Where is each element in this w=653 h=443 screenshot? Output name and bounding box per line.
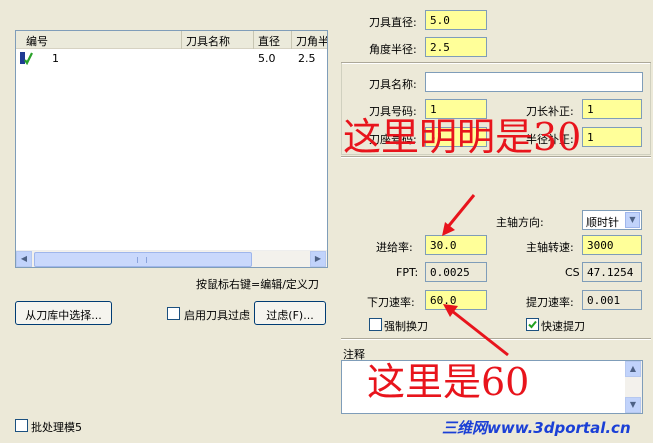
force-change-label: 强制换刀 — [384, 320, 428, 333]
retract-rate-field[interactable]: 0.001 — [582, 290, 642, 310]
corner-radius-label: 角度半径: — [369, 43, 417, 56]
filter-button[interactable]: 过虑(F)... — [254, 301, 326, 325]
row-corner: 2.5 — [298, 52, 316, 65]
retract-rate-label: 提刀速率: — [526, 296, 574, 309]
length-comp-field[interactable]: 1 — [582, 99, 642, 119]
tool-name-label: 刀具名称: — [369, 78, 417, 91]
feed-rate-field[interactable]: 30.0 — [425, 235, 487, 255]
tool-diameter-field[interactable]: 5.0 — [425, 10, 487, 30]
scroll-left-icon[interactable]: ◀ — [16, 251, 32, 267]
tool-list[interactable]: 编号 刀具名称 直径 刀角半 1 5.0 2.5 ◀ ▶ — [15, 30, 328, 268]
annotation-text-30: 这里明明是30 — [343, 115, 582, 159]
spindle-direction-label: 主轴方向: — [496, 216, 544, 229]
force-change-checkbox[interactable] — [369, 318, 382, 331]
spindle-direction-select[interactable]: 顺时针 ▼ — [582, 210, 642, 230]
from-library-button[interactable]: 从刀库中选择... — [15, 301, 112, 325]
spindle-direction-value: 顺时针 — [586, 216, 619, 229]
enable-filter-label: 启用刀具过虑 — [184, 309, 250, 322]
right-click-hint: 按鼠标右键=编辑/定义刀 — [196, 278, 319, 291]
feed-rate-label: 进给率: — [376, 241, 413, 254]
watermark-text: 三维网www.3dportal.cn — [442, 419, 631, 437]
column-header-diameter[interactable]: 直径 — [254, 31, 292, 49]
batch-label: 批处理模5 — [31, 421, 82, 434]
corner-radius-field[interactable]: 2.5 — [425, 37, 487, 57]
thumb-grip-icon — [137, 257, 147, 263]
tool-name-field[interactable] — [425, 72, 643, 92]
arrow-to-plunge-rate-icon — [443, 304, 509, 357]
column-header-number[interactable]: 编号 — [16, 31, 182, 49]
notes-scrollbar[interactable]: ▲ ▼ — [625, 361, 642, 413]
chevron-down-icon[interactable]: ▼ — [625, 212, 640, 228]
tool-icon — [19, 51, 33, 66]
column-header-corner[interactable]: 刀角半 — [292, 31, 327, 49]
scroll-down-icon[interactable]: ▼ — [625, 397, 641, 413]
column-header-name[interactable]: 刀具名称 — [182, 31, 254, 49]
annotation-text-60: 这里是60 — [367, 360, 530, 404]
fpt-field[interactable]: 0.0025 — [425, 262, 487, 282]
fpt-label: FPT: — [396, 266, 419, 279]
cs-label: CS — [565, 266, 580, 279]
row-number: 1 — [52, 52, 59, 65]
enable-filter-checkbox[interactable] — [167, 307, 180, 320]
spindle-speed-field[interactable]: 3000 — [582, 235, 642, 255]
rapid-retract-checkbox[interactable] — [526, 318, 539, 331]
batch-checkbox[interactable] — [15, 419, 28, 432]
tool-list-header: 编号 刀具名称 直径 刀角半 — [16, 31, 327, 49]
scroll-right-icon[interactable]: ▶ — [310, 251, 326, 267]
plunge-rate-label: 下刀速率: — [367, 296, 415, 309]
spindle-speed-label: 主轴转速: — [526, 241, 574, 254]
cs-field[interactable]: 47.1254 — [582, 262, 642, 282]
rapid-retract-label: 快速提刀 — [541, 320, 585, 333]
check-icon — [528, 320, 537, 329]
horizontal-scrollbar[interactable]: ◀ ▶ — [16, 250, 327, 267]
tool-diameter-label: 刀具直径: — [369, 16, 417, 29]
arrow-to-feed-rate-icon — [442, 194, 476, 236]
scroll-up-icon[interactable]: ▲ — [625, 361, 641, 377]
row-diameter: 5.0 — [258, 52, 276, 65]
scrollbar-thumb[interactable] — [34, 252, 252, 267]
radius-comp-field[interactable]: 1 — [582, 127, 642, 147]
table-row[interactable]: 1 5.0 2.5 — [16, 50, 327, 66]
